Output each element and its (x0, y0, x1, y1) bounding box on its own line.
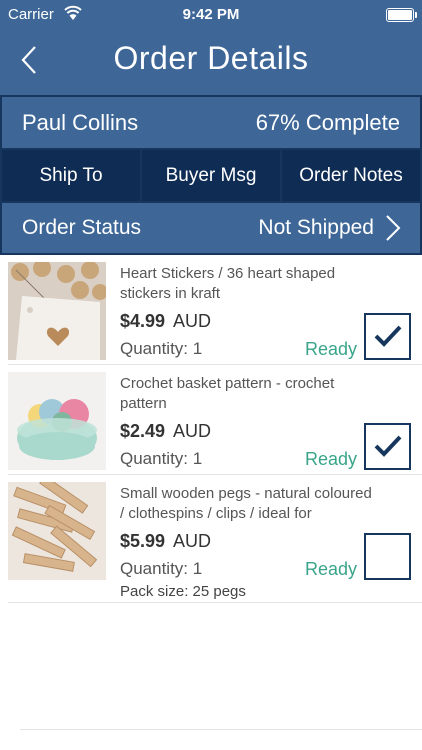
ready-status: Ready (305, 339, 358, 359)
page-title: Order Details (113, 40, 309, 76)
price-currency: AUD (173, 531, 212, 551)
ready-status: Ready (305, 449, 358, 469)
list-item[interactable]: Crochet basket pattern - crochet pattern… (8, 365, 422, 475)
price-amount: $4.99 (120, 311, 166, 331)
item-quantity: Quantity: 1 (120, 339, 203, 358)
list-item[interactable]: Small wooden pegs - natural coloured / c… (8, 475, 422, 603)
divider (20, 729, 422, 730)
ready-checkbox[interactable] (364, 313, 411, 360)
item-title: Heart Stickers / 36 heart shaped sticker… (120, 265, 336, 302)
buyer-msg-button[interactable]: Buyer Msg (142, 150, 280, 201)
item-price: $5.99 AUD (120, 531, 211, 552)
clock: 9:42 PM (182, 6, 240, 23)
completion-label: 67% Complete (255, 110, 400, 135)
order-summary: Paul Collins 67% Complete Ship To Buyer … (0, 95, 422, 255)
buyer-row: Paul Collins 67% Complete (2, 97, 420, 148)
item-price: $2.49 AUD (120, 421, 211, 442)
ready-checkbox[interactable] (364, 533, 411, 580)
ready-checkbox[interactable] (364, 423, 411, 470)
order-notes-button[interactable]: Order Notes (282, 150, 420, 201)
action-buttons: Ship To Buyer Msg Order Notes (2, 150, 420, 201)
order-status-value: Not Shipped (258, 216, 374, 239)
battery-icon (386, 8, 417, 22)
heart-stickers-image (8, 262, 106, 360)
price-amount: $2.49 (120, 421, 166, 441)
order-items-list: Heart Stickers / 36 heart shaped sticker… (0, 255, 422, 603)
price-amount: $5.99 (120, 531, 166, 551)
price-currency: AUD (173, 421, 212, 441)
item-price: $4.99 AUD (120, 311, 211, 332)
buyer-name: Paul Collins (22, 110, 139, 135)
checkmark-icon (374, 325, 402, 347)
order-status-label: Order Status (22, 216, 142, 239)
order-status-row[interactable]: Order Status Not Shipped (2, 203, 420, 253)
item-quantity: Quantity: 1 (120, 559, 203, 578)
ready-status: Ready (305, 559, 358, 579)
checkmark-icon (374, 435, 402, 457)
chevron-right-icon (386, 215, 401, 241)
item-quantity: Quantity: 1 (120, 449, 203, 468)
crochet-basket-image (8, 372, 106, 470)
ship-to-button[interactable]: Ship To (2, 150, 140, 201)
wooden-pegs-image (8, 482, 106, 580)
item-title: Small wooden pegs - natural coloured / c… (120, 485, 372, 522)
list-item[interactable]: Heart Stickers / 36 heart shaped sticker… (8, 255, 422, 365)
status-bar: Carrier 9:42 PM (0, 0, 422, 30)
item-title: Crochet basket pattern - crochet pattern (120, 375, 335, 412)
item-pack-size: Pack size: 25 pegs (120, 583, 246, 600)
price-currency: AUD (173, 311, 212, 331)
navigation-bar: Carrier 9:42 PM Order Details (0, 0, 422, 95)
